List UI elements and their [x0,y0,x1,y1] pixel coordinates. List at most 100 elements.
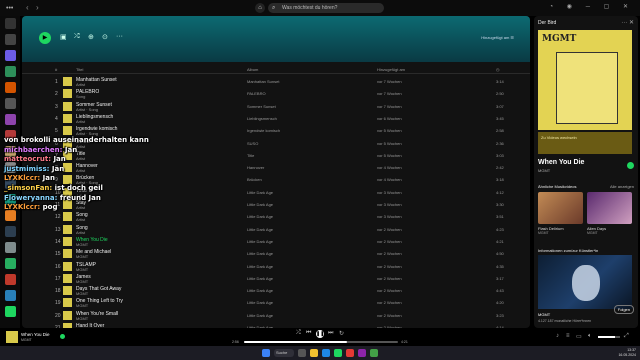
edge-icon[interactable] [322,349,330,357]
playlist-thumb[interactable] [5,258,16,269]
playlist-thumb[interactable] [5,98,16,109]
next-icon[interactable]: ⏭ [328,330,333,337]
track-row[interactable]: 15 Me and Michael MGMT Little Dark Age vor 2… [22,248,530,260]
explorer-icon[interactable] [310,349,318,357]
previous-icon[interactable]: ⏮ [306,330,311,337]
panel-song-title[interactable]: When You Die [538,159,584,166]
window-controls[interactable]: ◔ ◉ ─ ▢ ✕ [550,3,634,10]
playlist-thumb[interactable] [5,66,16,77]
show-all-link[interactable]: Alle anzeigen [610,184,634,189]
add-user-icon[interactable]: ⊕ [88,33,94,41]
track-row[interactable]: 2 PALEBRO Song PALEBRO vor 7 Wochen 2:50 [22,88,530,100]
playlist-thumb[interactable] [5,114,16,125]
track-artist[interactable]: Artist [76,119,85,124]
track-artist[interactable]: Artist · Song [76,107,98,112]
home-icon[interactable]: ⌂ [255,3,265,13]
track-artist[interactable]: MGMT [76,316,88,321]
play-button[interactable]: ▶ [39,32,51,44]
device-icon[interactable]: ▭ [576,333,582,340]
track-album[interactable]: Little Dark Age [247,288,273,293]
system-clock[interactable]: 13:37 16.05.2024 [618,348,636,358]
volume-slider[interactable] [598,336,620,338]
playlist-thumb[interactable] [5,34,16,45]
track-album[interactable]: Little Dark Age [247,190,273,195]
track-artist[interactable]: MGMT [76,279,88,284]
track-artist[interactable]: Artist [76,217,85,222]
now-playing-art[interactable] [6,331,18,343]
track-album[interactable]: Little Dark Age [247,264,273,269]
shuffle-icon[interactable]: ⤮ [74,33,80,41]
app-icon[interactable] [346,349,354,357]
track-album[interactable]: Lieblingsmensch [247,116,277,121]
track-artist[interactable]: Artist [76,230,85,235]
saved-check-icon[interactable] [627,162,634,169]
spotify-icon[interactable] [334,349,342,357]
track-row[interactable]: 1 Manhattan Sunset Artist Manhattan Sunset v… [22,76,530,88]
track-row[interactable]: 4 Lieblingsmensch Artist Lieblingsmensch vor… [22,113,530,125]
track-album[interactable]: Little Dark Age [247,251,273,256]
start-icon[interactable] [262,349,270,357]
related-video-thumb[interactable] [538,192,583,224]
track-album[interactable]: Little Dark Age [247,276,273,281]
download-icon[interactable]: ▣ [60,33,67,41]
app-icon[interactable] [370,349,378,357]
track-album[interactable]: Little Dark Age [247,214,273,219]
track-album[interactable]: Sommer Sunset [247,104,276,109]
follow-button[interactable]: Folgen [613,305,634,314]
taskbar-search[interactable]: Suche [274,349,294,357]
track-album[interactable]: Little Dark Age [247,313,273,318]
track-artist[interactable]: MGMT [76,254,88,259]
track-row[interactable]: 17 James MGMT Little Dark Age vor 2 Wochen 3:… [22,273,530,285]
lyrics-icon[interactable]: ♪ [556,333,559,339]
track-row[interactable]: 20 When You're Small MGMT Little Dark Age vo… [22,310,530,322]
col-date[interactable]: Hinzugefügt am [377,67,405,72]
menu-dots-icon[interactable]: ••• [6,5,13,12]
task-view-icon[interactable] [298,349,306,357]
saved-check-icon[interactable] [60,334,65,339]
col-album[interactable]: Album [247,67,258,72]
volume-icon[interactable]: 🔈︎ [588,333,592,340]
playlist-thumb[interactable] [5,274,16,285]
track-artist[interactable]: Artist [76,82,85,87]
artist-name[interactable]: MGMT [538,312,550,317]
pause-button[interactable]: ❚❚ [316,330,324,338]
playlist-thumb[interactable] [5,290,16,301]
track-row[interactable]: 3 Sommer Sunset Artist · Song Sommer Sunset… [22,101,530,113]
close-icon[interactable]: ··· ✕ [621,19,634,26]
track-album[interactable]: Little Dark Age [247,227,273,232]
track-artist[interactable]: MGMT [76,242,88,247]
track-row[interactable]: 16 TSLAMP MGMT Little Dark Age vor 2 Wochen 4… [22,261,530,273]
now-playing-artist[interactable]: MGMT [21,338,32,342]
fullscreen-icon[interactable]: ⤢ [624,333,629,340]
obs-icon[interactable] [358,349,366,357]
track-row[interactable]: 19 One Thing Left to Try MGMT Little Dark A… [22,297,530,309]
repeat-icon[interactable]: ↻ [339,330,344,337]
playlist-thumb[interactable] [5,50,16,61]
track-artist[interactable]: MGMT [76,303,88,308]
track-artist[interactable]: Song [76,94,85,99]
track-album[interactable]: Hannover [247,165,264,170]
track-artist[interactable]: MGMT [76,267,88,272]
track-row[interactable]: 12 Song Artist Little Dark Age vor 3 Wochen 3… [22,211,530,223]
track-album[interactable]: Little Dark Age [247,239,273,244]
panel-artist[interactable]: MGMT [538,168,550,173]
more-icon[interactable]: ··· [116,33,123,40]
shuffle-icon[interactable]: ⤮ [296,330,301,337]
playlist-thumb[interactable] [5,306,16,317]
playlist-thumb[interactable] [5,242,16,253]
download-circle-icon[interactable]: ⊙ [102,33,108,41]
playlist-thumb[interactable] [5,82,16,93]
track-album[interactable]: Title [247,153,254,158]
library-icon[interactable] [5,18,16,29]
video-switch[interactable]: Zu Videos wechseln [538,132,632,154]
track-artist[interactable]: MGMT [76,291,88,296]
queue-icon[interactable]: ≡ [566,333,570,339]
col-title[interactable]: Titel [76,67,83,72]
track-album[interactable]: Irgendwie komisch [247,128,280,133]
progress-bar[interactable] [244,341,398,343]
track-row[interactable]: 13 Song Artist Little Dark Age vor 2 Wochen 4… [22,224,530,236]
now-playing-title[interactable]: When You Die [21,332,50,337]
forward-icon[interactable]: › [36,3,45,12]
back-icon[interactable]: ‹ [26,3,35,12]
track-row[interactable]: 18 Days That Got Away MGMT Little Dark Age v… [22,285,530,297]
